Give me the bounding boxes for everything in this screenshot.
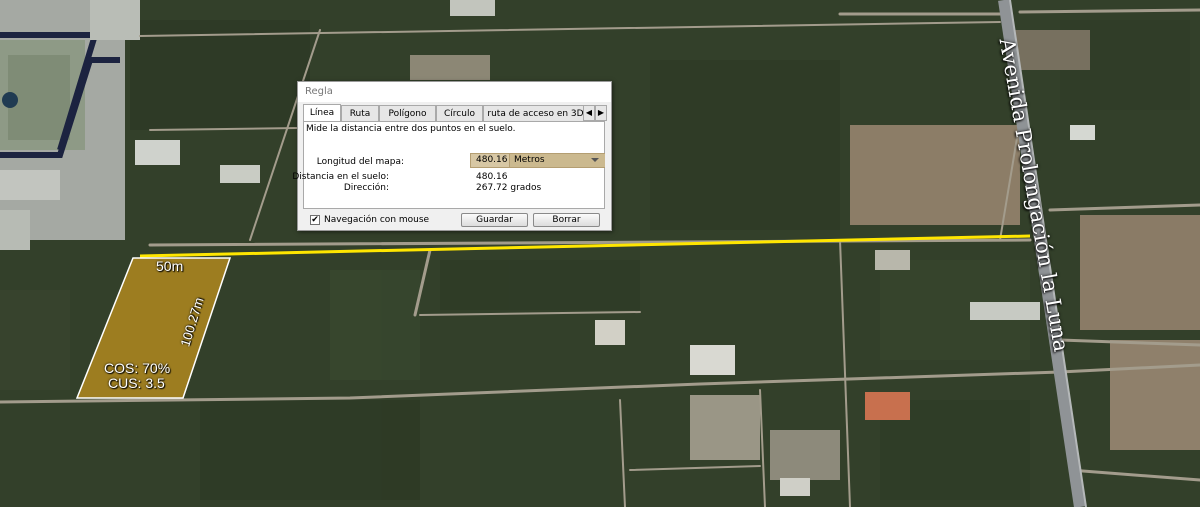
tab-scroll-right-button[interactable]: ▶ bbox=[595, 105, 607, 121]
description-text: Mide la distancia entre dos puntos en el… bbox=[306, 124, 516, 134]
direction-value: 267.72 grados bbox=[476, 183, 542, 193]
direction-label: Dirección: bbox=[343, 183, 389, 193]
lot-cos-label: COS: 70% bbox=[104, 360, 171, 376]
map-length-value: 480.16 bbox=[476, 155, 508, 165]
map-length-label: Longitud del mapa: bbox=[316, 157, 404, 167]
dialog-title: Regla bbox=[298, 82, 611, 102]
tab-scroll-left-button[interactable]: ◀ bbox=[583, 105, 595, 121]
tab-circle[interactable]: Círculo bbox=[436, 105, 483, 121]
clear-button[interactable]: Borrar bbox=[533, 213, 600, 227]
save-button[interactable]: Guardar bbox=[461, 213, 528, 227]
tab-3d-path[interactable]: ruta de acceso en 3D bbox=[483, 105, 588, 121]
tab-bar: Línea Ruta Polígono Círculo ruta de acce… bbox=[303, 104, 603, 121]
unit-select-value: Metros bbox=[514, 155, 545, 165]
lot-width-label: 50m bbox=[156, 258, 184, 274]
tab-polygon[interactable]: Polígono bbox=[379, 105, 436, 121]
residential-area bbox=[0, 0, 140, 250]
mouse-navigation-checkbox[interactable]: ✔ bbox=[310, 215, 320, 225]
ground-distance-value: 480.16 bbox=[476, 172, 508, 182]
map-length-field: 480.16 Metros bbox=[470, 153, 605, 168]
ground-distance-label: Distancia en el suelo: bbox=[292, 172, 389, 182]
lot-cus-label: CUS: 3.5 bbox=[108, 375, 165, 391]
tab-path[interactable]: Ruta bbox=[341, 105, 379, 121]
chevron-down-icon bbox=[591, 158, 599, 162]
mouse-navigation-label: Navegación con mouse bbox=[324, 215, 430, 225]
ruler-dialog: Regla Línea Ruta Polígono Círculo ruta d… bbox=[292, 81, 612, 231]
unit-select[interactable]: Metros bbox=[509, 154, 605, 167]
tab-line[interactable]: Línea bbox=[303, 104, 341, 121]
